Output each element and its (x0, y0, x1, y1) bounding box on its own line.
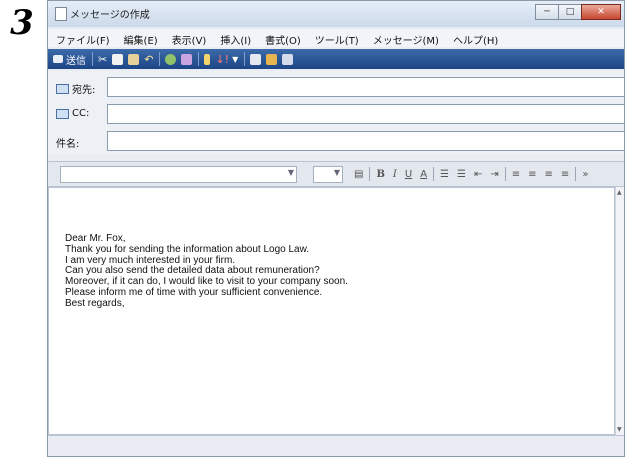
new-message-icon (55, 7, 67, 21)
vertical-scrollbar[interactable]: ▲ ▼ (615, 187, 624, 435)
subject-field[interactable] (107, 131, 624, 151)
copy-icon (112, 53, 124, 65)
address-book-icon (56, 83, 69, 94)
cc-field[interactable] (107, 104, 624, 124)
scroll-down-icon[interactable]: ▼ (617, 426, 622, 433)
priority-button[interactable]: ↓! ▼ (215, 52, 238, 66)
body-line: Thank you for sending the information ab… (65, 243, 310, 255)
justify-icon[interactable]: ≡ (557, 169, 573, 180)
decrease-indent-icon[interactable]: ⇤ (470, 169, 486, 180)
undo-button[interactable]: ↶ (144, 52, 153, 66)
encrypt-icon (266, 53, 278, 65)
cc-row: CC: (48, 103, 624, 126)
menu-view[interactable]: 表示(V) (164, 29, 213, 47)
priority-icon: ↓! (215, 52, 230, 66)
compose-window: メッセージの作成 ─ □ ✕ ファイル(F) 編集(E) 表示(V) 挿入(I)… (47, 0, 625, 457)
underline-button[interactable]: U (401, 169, 416, 180)
toolbar-separator (244, 52, 246, 66)
window-controls: ─ □ ✕ (535, 4, 621, 20)
align-left-icon[interactable]: ≡ (508, 169, 524, 180)
subject-label: 件名: (56, 139, 80, 150)
subject-row: 件名: (48, 130, 624, 153)
format-separator (575, 167, 577, 181)
sign-button[interactable] (250, 52, 262, 66)
check-names-icon (165, 53, 177, 65)
italic-button[interactable]: I (389, 169, 401, 180)
message-body[interactable]: Dear Mr. Fox, Thank you for sending the … (48, 187, 615, 435)
increase-indent-icon[interactable]: ⇥ (486, 169, 502, 180)
menu-bar: ファイル(F) 編集(E) 表示(V) 挿入(I) 書式(O) ツール(T) メ… (48, 29, 624, 47)
title-bar[interactable]: メッセージの作成 ─ □ ✕ (48, 1, 624, 27)
menu-format[interactable]: 書式(O) (257, 29, 307, 47)
font-color-button[interactable]: A (416, 169, 431, 180)
numbered-list-icon[interactable]: ☰ (436, 169, 453, 180)
send-icon (53, 55, 63, 63)
format-separator (433, 167, 435, 181)
more-button[interactable]: » (578, 169, 592, 180)
format-toolbar: ▼ ▼ ▤ B I U A ☰ ☰ ⇤ ⇥ ≡ ≡ ≡ ≡ » (48, 161, 624, 187)
menu-insert[interactable]: 挿入(I) (212, 29, 257, 47)
window-title: メッセージの作成 (70, 10, 150, 21)
toolbar: 送信 ✂ ↶ ↓! ▼ (48, 49, 624, 69)
to-label[interactable]: 宛先: (56, 81, 95, 96)
sign-icon (250, 53, 262, 65)
to-label-text: 宛先: (72, 85, 96, 96)
message-body-text: Dear Mr. Fox, Thank you for sending the … (65, 233, 348, 310)
body-line: Best regards, (65, 297, 125, 309)
close-button[interactable]: ✕ (581, 4, 621, 20)
bold-button[interactable]: B (372, 169, 388, 180)
toolbar-separator (159, 52, 161, 66)
scroll-up-icon[interactable]: ▲ (617, 189, 622, 196)
copy-button[interactable] (112, 52, 124, 66)
menu-message[interactable]: メッセージ(M) (365, 29, 445, 47)
maximize-button[interactable]: □ (558, 4, 582, 20)
undo-icon: ↶ (144, 52, 154, 66)
offline-button[interactable] (282, 52, 294, 66)
menu-tools[interactable]: ツール(T) (307, 29, 365, 47)
align-center-icon[interactable]: ≡ (524, 169, 540, 180)
font-select[interactable]: ▼ (60, 166, 297, 183)
menu-edit[interactable]: 編集(E) (116, 29, 164, 47)
chevron-down-icon: ▼ (287, 168, 294, 177)
menu-file[interactable]: ファイル(F) (48, 29, 116, 47)
to-row: 宛先: (48, 76, 624, 99)
minimize-button[interactable]: ─ (535, 4, 559, 20)
toolbar-separator (198, 52, 200, 66)
offline-icon (282, 53, 294, 65)
cc-label-text: CC: (72, 108, 90, 119)
spelling-button[interactable] (181, 52, 193, 66)
toolbar-separator (92, 52, 93, 66)
encrypt-button[interactable] (266, 52, 278, 66)
check-names-button[interactable] (165, 52, 177, 66)
format-separator (504, 167, 506, 181)
format-separator (369, 167, 371, 181)
to-field[interactable] (107, 77, 624, 97)
attach-button[interactable] (204, 52, 211, 66)
chevron-down-icon: ▼ (333, 168, 340, 177)
cut-button[interactable]: ✂ (98, 52, 107, 66)
paragraph-style-icon[interactable]: ▤ (350, 169, 367, 180)
paste-button[interactable] (128, 52, 140, 66)
cut-icon: ✂ (98, 52, 108, 66)
menu-help[interactable]: ヘルプ(H) (445, 29, 504, 47)
message-header: 宛先: CC: 件名: (48, 71, 624, 155)
address-book-icon (56, 108, 69, 119)
format-buttons: ▤ B I U A ☰ ☰ ⇤ ⇥ ≡ ≡ ≡ ≡ » (350, 167, 592, 181)
step-number: 3 (10, 3, 34, 43)
cc-label[interactable]: CC: (56, 108, 89, 119)
send-button[interactable]: 送信 (53, 52, 86, 67)
status-bar (48, 435, 624, 456)
spelling-icon (181, 53, 193, 65)
send-label: 送信 (66, 55, 86, 67)
font-size-select[interactable]: ▼ (313, 166, 343, 183)
chevron-down-icon: ▼ (232, 54, 239, 64)
paste-icon (128, 53, 140, 65)
attach-icon (204, 53, 211, 65)
bullet-list-icon[interactable]: ☰ (453, 169, 470, 180)
align-right-icon[interactable]: ≡ (541, 169, 557, 180)
